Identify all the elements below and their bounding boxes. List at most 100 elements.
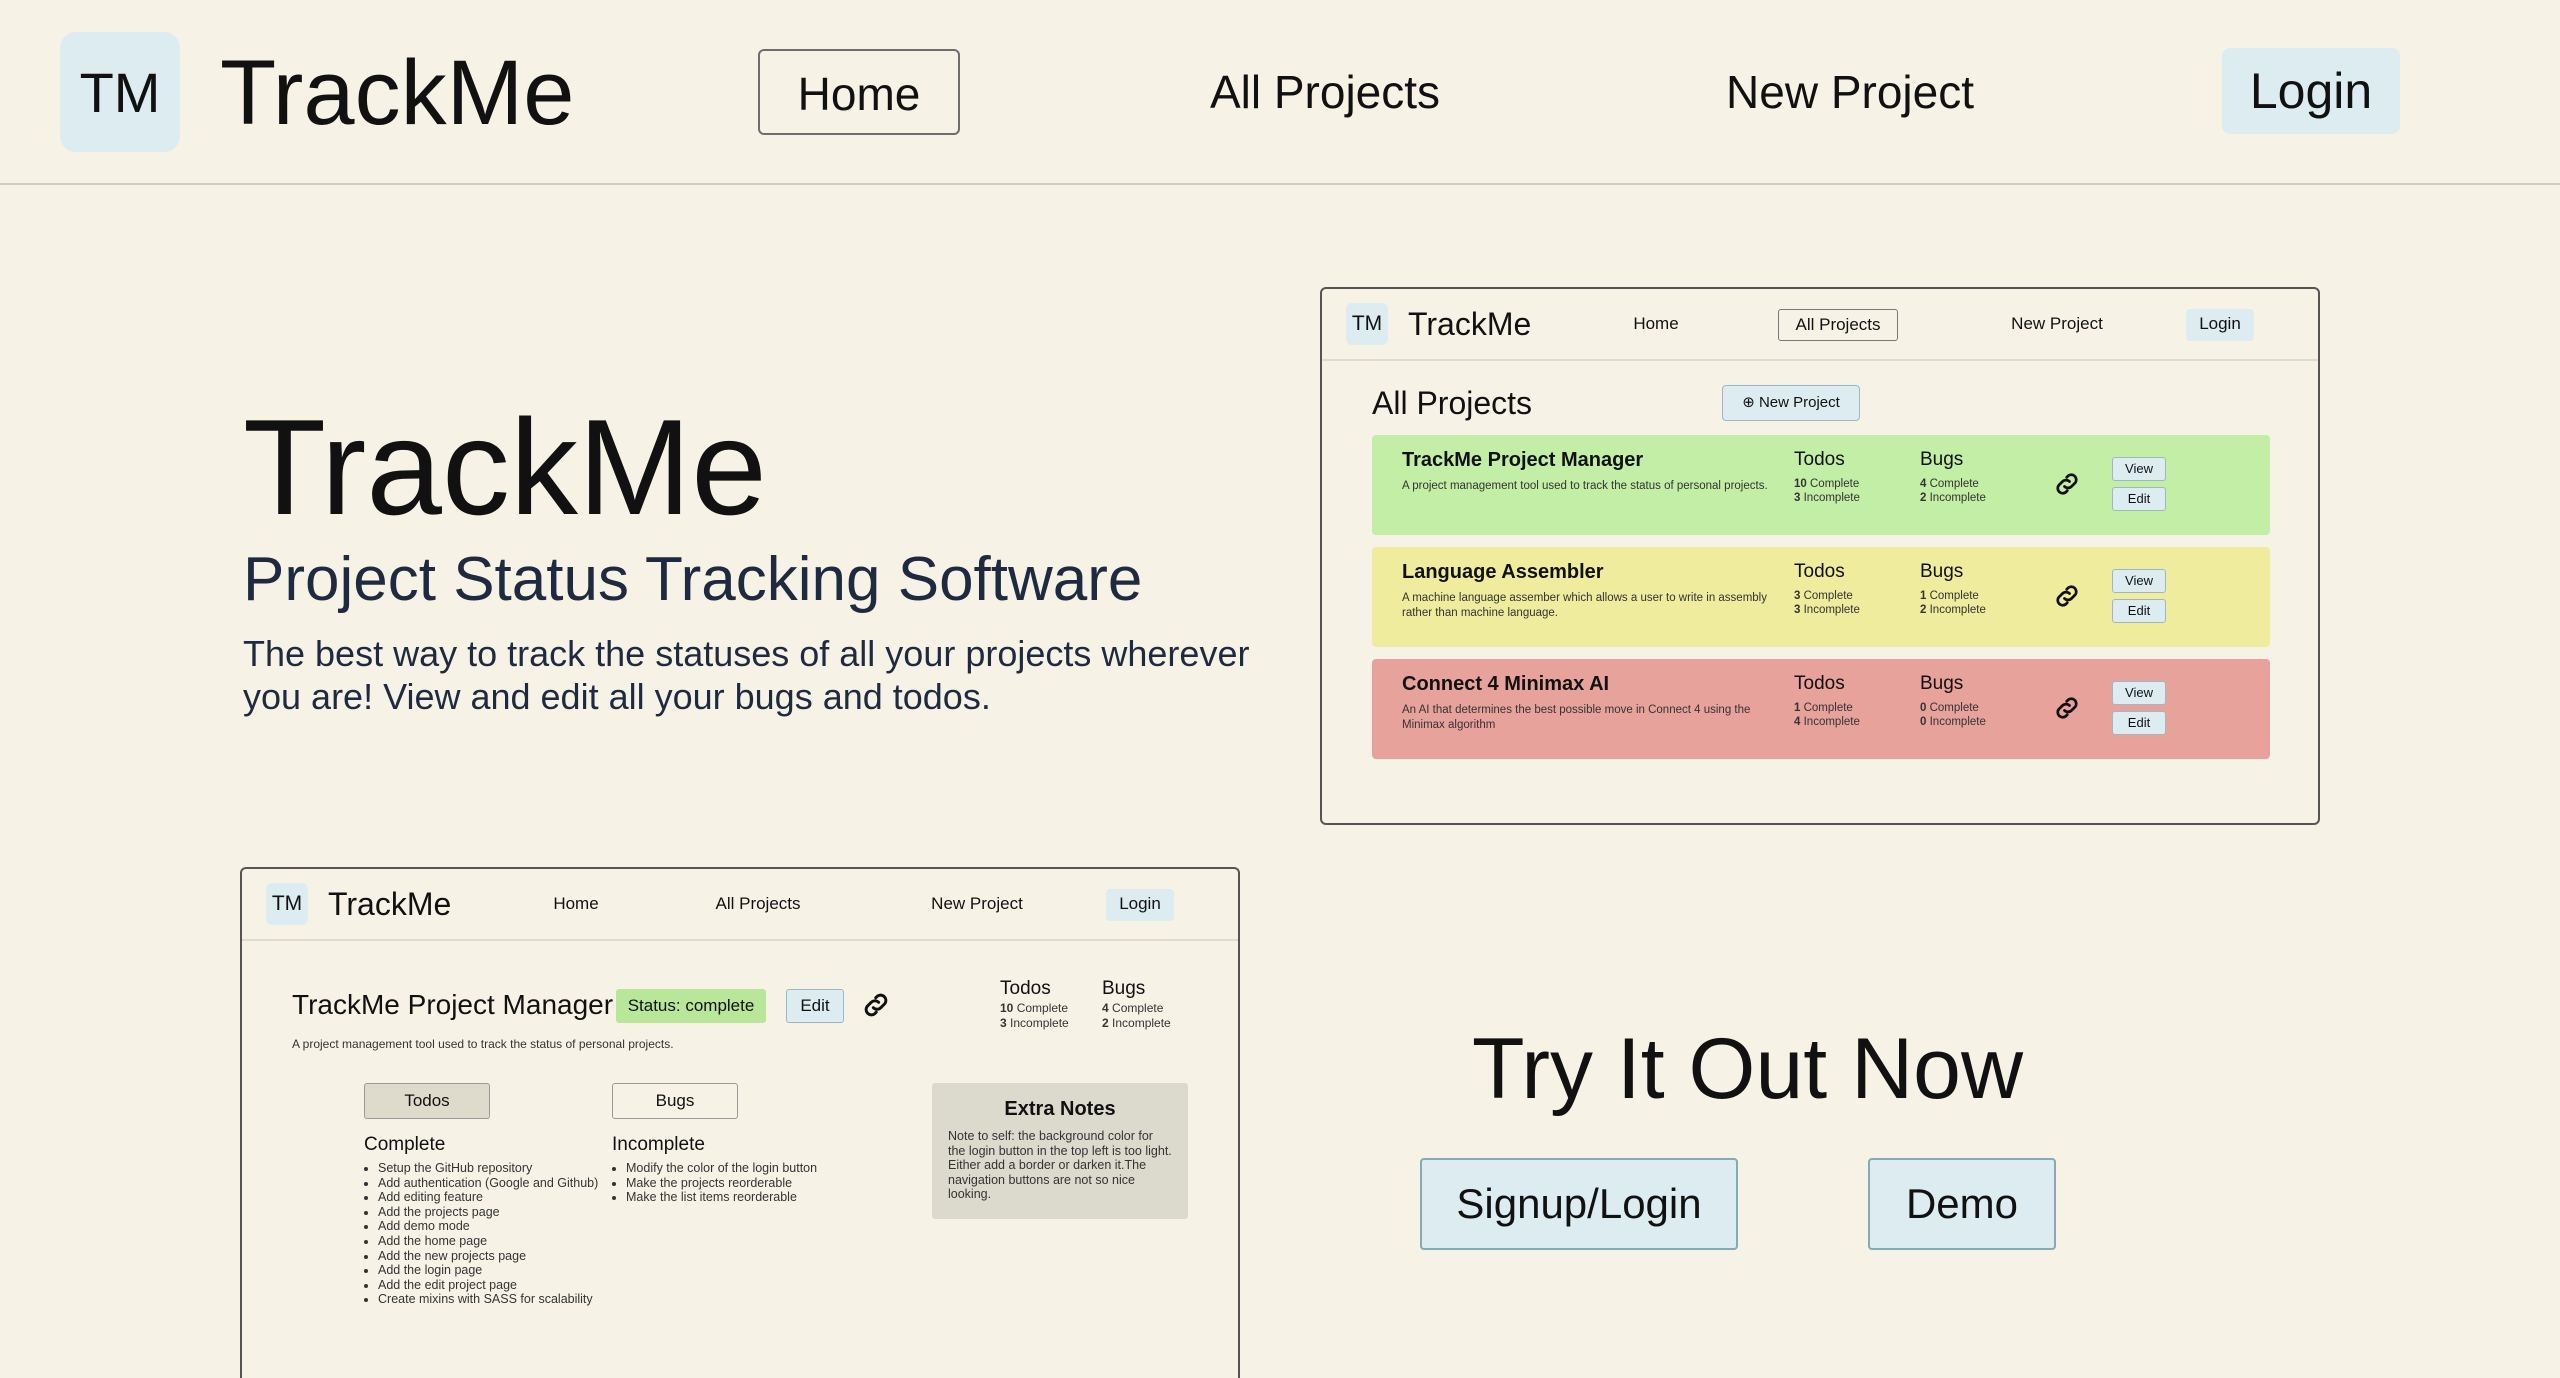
preview-nav-all-projects: All Projects bbox=[715, 894, 801, 913]
view-button: View bbox=[2112, 681, 2166, 705]
todos-complete: 10 Complete bbox=[1000, 1001, 1069, 1015]
tab-bugs: Bugs bbox=[612, 1083, 738, 1119]
bugs-complete: 4 Complete bbox=[1920, 478, 1979, 490]
signup-login-button[interactable]: Signup/Login bbox=[1420, 1158, 1738, 1250]
preview-login: Login bbox=[1106, 889, 1174, 921]
preview-nav-new-project: New Project bbox=[931, 894, 1023, 913]
bugs-heading: Bugs bbox=[1102, 978, 1146, 999]
todos-heading: Todos bbox=[1000, 978, 1051, 999]
view-button: View bbox=[2112, 569, 2166, 593]
list-item: Modify the color of the login button bbox=[626, 1161, 852, 1176]
preview-brand: TrackMe bbox=[1408, 306, 1532, 342]
incomplete-list-section: Incomplete Modify the color of the login… bbox=[612, 1133, 852, 1205]
list-item: Add the edit project page bbox=[378, 1278, 604, 1293]
preview-edit-button: Edit bbox=[786, 989, 844, 1023]
preview-project-title: TrackMe Project Manager bbox=[292, 989, 614, 1020]
preview-page-title: All Projects bbox=[1372, 385, 1533, 421]
bugs-heading: Bugs bbox=[1920, 561, 1964, 582]
list-item: Add demo mode bbox=[378, 1219, 604, 1234]
cta-title: Try It Out Now bbox=[1472, 1021, 2024, 1117]
preview-login: Login bbox=[2186, 309, 2254, 341]
preview-nav-all-projects: All Projects bbox=[1778, 309, 1898, 341]
list-item: Make the projects reorderable bbox=[626, 1176, 852, 1191]
complete-heading: Complete bbox=[364, 1134, 446, 1155]
hero-title: TrackMe bbox=[243, 391, 767, 543]
list-item: Add the login page bbox=[378, 1263, 604, 1278]
preview-nav-home: Home bbox=[1633, 314, 1679, 333]
preview-brand: TrackMe bbox=[328, 886, 452, 922]
edit-button: Edit bbox=[2112, 487, 2166, 511]
project-description: An AI that determines the best possible … bbox=[1402, 704, 1751, 731]
list-item: Add the home page bbox=[378, 1234, 604, 1249]
extra-notes-panel: Extra Notes Note to self: the background… bbox=[932, 1083, 1188, 1219]
hero-subtitle: Project Status Tracking Software bbox=[243, 545, 1143, 614]
tab-todos: Todos bbox=[364, 1083, 490, 1119]
preview-nav-new-project: New Project bbox=[2011, 314, 2103, 333]
project-name: TrackMe Project Manager bbox=[1402, 449, 1644, 471]
preview-project-description: A project management tool used to track … bbox=[292, 1037, 674, 1051]
project-description: A project management tool used to track … bbox=[1402, 480, 1768, 492]
list-item: Add the new projects page bbox=[378, 1249, 604, 1264]
plus-circle-icon: ⊕ bbox=[1742, 394, 1755, 411]
list-item: Create mixins with SASS for scalability bbox=[378, 1292, 604, 1307]
todos-incomplete: 3 Incomplete bbox=[1794, 604, 1860, 616]
link-icon bbox=[2056, 697, 2078, 719]
nav-new-project-link[interactable]: New Project bbox=[1700, 49, 2000, 135]
incomplete-list: Modify the color of the login button Mak… bbox=[612, 1161, 852, 1205]
list-item: Add authentication (Google and Github) bbox=[378, 1176, 604, 1191]
login-button[interactable]: Login bbox=[2222, 48, 2400, 134]
preview-nav: TM TrackMe Home All Projects New Project… bbox=[1322, 289, 2318, 361]
edit-button: Edit bbox=[2112, 711, 2166, 735]
complete-list-section: Complete Setup the GitHub repository Add… bbox=[364, 1133, 604, 1307]
preview-new-project-label: New Project bbox=[1758, 394, 1840, 411]
todos-summary: Todos 10 Complete 3 Incomplete bbox=[1000, 977, 1069, 1031]
todos-heading: Todos bbox=[1794, 449, 1845, 470]
preview-logo: TM bbox=[1346, 303, 1388, 345]
bugs-incomplete: 2 Incomplete bbox=[1920, 604, 1986, 616]
preview-logo: TM bbox=[266, 883, 308, 925]
list-item: Setup the GitHub repository bbox=[378, 1161, 604, 1176]
view-button: View bbox=[2112, 457, 2166, 481]
edit-button: Edit bbox=[2112, 599, 2166, 623]
top-nav: TM TrackMe Home All Projects New Project… bbox=[0, 0, 2560, 185]
project-card: Language Assembler A machine language as… bbox=[1372, 547, 2270, 647]
todos-complete: 1 Complete bbox=[1794, 702, 1853, 714]
preview-nav: TM TrackMe Home All Projects New Project… bbox=[242, 869, 1238, 941]
nav-all-projects-link[interactable]: All Projects bbox=[1190, 49, 1460, 135]
preview-nav-home: Home bbox=[553, 894, 599, 913]
notes-body: Note to self: the background color for t… bbox=[948, 1129, 1172, 1202]
project-card: TrackMe Project Manager A project manage… bbox=[1372, 435, 2270, 535]
todos-heading: Todos bbox=[1794, 561, 1845, 582]
bugs-complete: 4 Complete bbox=[1102, 1001, 1164, 1015]
all-projects-screenshot: TM TrackMe Home All Projects New Project… bbox=[1320, 287, 2320, 825]
demo-button[interactable]: Demo bbox=[1868, 1158, 2056, 1250]
link-icon bbox=[864, 993, 888, 1017]
brand-name[interactable]: TrackMe bbox=[220, 38, 574, 148]
todos-incomplete: 3 Incomplete bbox=[1794, 492, 1860, 504]
complete-list: Setup the GitHub repository Add authenti… bbox=[364, 1161, 604, 1307]
todos-incomplete: 3 Incomplete bbox=[1000, 1016, 1069, 1030]
logo[interactable]: TM bbox=[60, 32, 180, 152]
list-item: Add the projects page bbox=[378, 1205, 604, 1220]
bugs-heading: Bugs bbox=[1920, 449, 1964, 470]
nav-home-link[interactable]: Home bbox=[758, 49, 960, 135]
incomplete-heading: Incomplete bbox=[612, 1134, 705, 1155]
project-name: Language Assembler bbox=[1402, 561, 1604, 583]
todos-incomplete: 4 Incomplete bbox=[1794, 716, 1860, 728]
project-name: Connect 4 Minimax AI bbox=[1402, 673, 1610, 695]
bugs-incomplete: 2 Incomplete bbox=[1102, 1016, 1171, 1030]
link-icon bbox=[2056, 473, 2078, 495]
bugs-summary: Bugs 4 Complete 2 Incomplete bbox=[1102, 977, 1171, 1031]
bugs-incomplete: 0 Incomplete bbox=[1920, 716, 1986, 728]
hero-description: The best way to track the statuses of al… bbox=[243, 633, 1250, 717]
notes-title: Extra Notes bbox=[1004, 1098, 1116, 1120]
bugs-complete: 1 Complete bbox=[1920, 590, 1979, 602]
todos-heading: Todos bbox=[1794, 673, 1845, 694]
project-description: A machine language assember which allows… bbox=[1402, 592, 1767, 619]
bugs-complete: 0 Complete bbox=[1920, 702, 1979, 714]
bugs-incomplete: 2 Incomplete bbox=[1920, 492, 1986, 504]
status-badge: Status: complete bbox=[616, 989, 766, 1023]
link-icon bbox=[2056, 585, 2078, 607]
project-card: Connect 4 Minimax AI An AI that determin… bbox=[1372, 659, 2270, 759]
todos-complete: 10 Complete bbox=[1794, 478, 1860, 490]
